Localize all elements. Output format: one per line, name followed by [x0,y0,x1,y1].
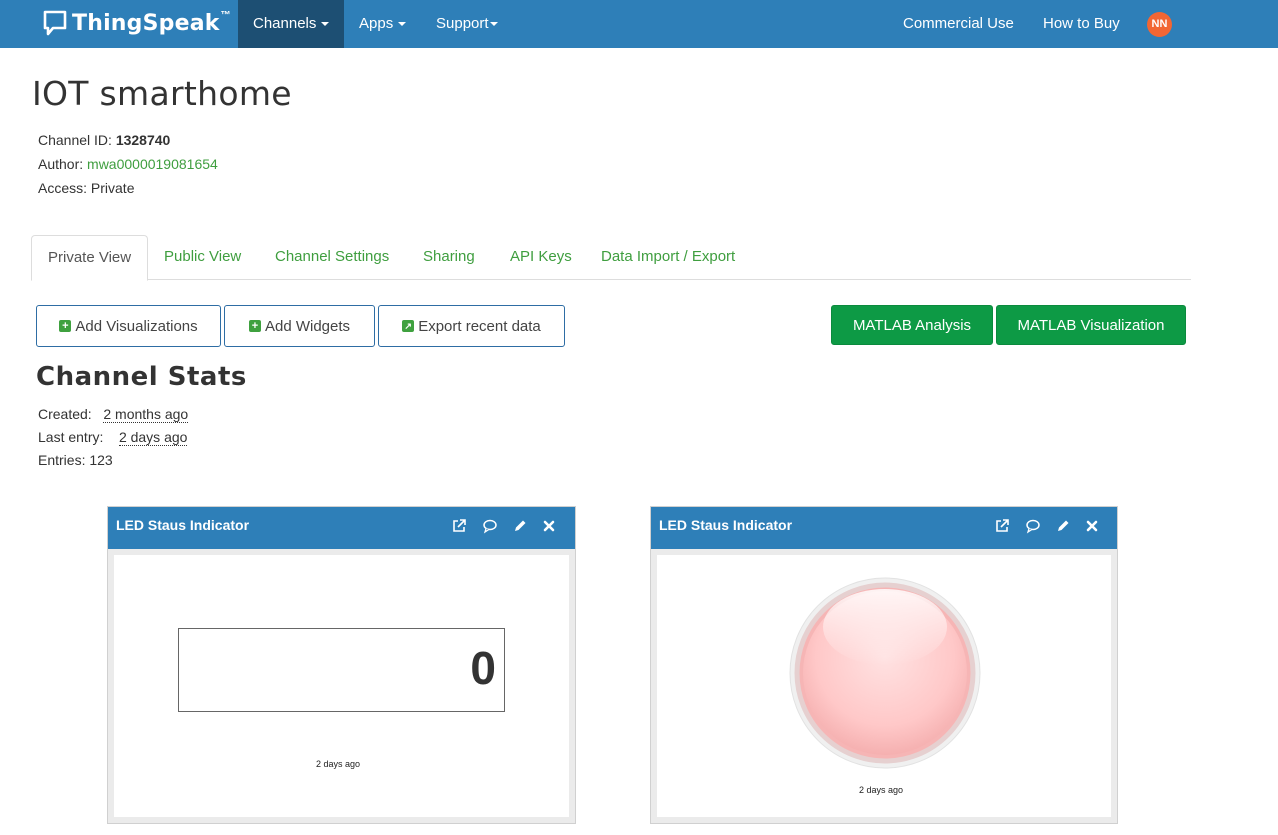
nav-channels[interactable]: Channels [238,0,344,48]
widget-title: LED Staus Indicator [116,517,250,533]
brand-name: ThingSpeak [72,10,220,36]
nav-how-to-buy[interactable]: How to Buy [1043,0,1120,48]
tab-public-view[interactable]: Public View [164,235,241,280]
tab-api-keys[interactable]: API Keys [510,235,572,280]
speech-bubble-icon [43,10,67,36]
stat-last-entry-label: Last entry: [38,429,104,445]
lamp-indicator [789,577,981,769]
numeric-display-box: 0 [178,628,505,712]
tab-channel-settings[interactable]: Channel Settings [275,235,389,280]
channel-access-row: Access: Private [38,180,134,196]
author-link[interactable]: mwa0000019081654 [87,156,218,172]
nav-support[interactable]: Support [436,0,498,48]
tab-data-import-export[interactable]: Data Import / Export [601,235,735,280]
external-link-icon[interactable] [994,518,1010,534]
widget-body: 2 days ago [657,555,1111,817]
comment-icon[interactable] [1025,518,1041,534]
external-link-icon[interactable] [451,518,467,534]
add-widgets-button[interactable]: + Add Widgets [224,305,375,347]
stat-created: Created: 2 months ago [38,406,189,423]
channel-author-row: Author: mwa0000019081654 [38,156,218,172]
pencil-icon[interactable] [512,518,528,534]
stat-entries-label: Entries: [38,452,86,468]
tab-sharing[interactable]: Sharing [423,235,475,280]
external-arrow-icon: ↗ [402,320,415,332]
widget-lamp-indicator: LED Staus Indicator 2 days ago [650,506,1118,824]
widget-timestamp: 2 days ago [859,785,904,795]
channel-tabs: Private View Public View Channel Setting… [31,235,1191,281]
channel-stats-title: Channel Stats [36,362,247,392]
add-widgets-label: Add Widgets [264,317,351,335]
channel-access-label: Access: [38,180,88,196]
nav-apps[interactable]: Apps [359,0,407,48]
stat-entries-value: 123 [89,452,113,468]
widget-header: LED Staus Indicator [651,507,1117,549]
user-avatar[interactable]: NN [1147,12,1172,37]
nav-support-label: Support [436,15,489,32]
stat-last-entry-value: 2 days ago [118,429,188,446]
numeric-value: 0 [470,642,496,694]
nav-channels-label: Channels [253,15,317,32]
comment-icon[interactable] [482,518,498,534]
nav-commercial-use[interactable]: Commercial Use [903,0,1014,48]
chevron-down-icon [398,22,407,27]
close-icon[interactable] [541,518,557,534]
tab-private-view[interactable]: Private View [31,235,149,281]
matlab-analysis-button[interactable]: MATLAB Analysis [831,305,993,345]
stat-entries: Entries: 123 [38,452,113,468]
stat-created-value: 2 months ago [103,406,189,423]
matlab-visualization-button[interactable]: MATLAB Visualization [996,305,1186,345]
chevron-down-icon [321,22,330,27]
pencil-icon[interactable] [1055,518,1071,534]
nav-apps-label: Apps [359,15,394,32]
top-navbar: ThingSpeak ™ Channels Apps Support Comme… [0,0,1278,48]
widget-numeric-display: LED Staus Indicator 0 2 days ago [107,506,576,824]
channel-id-value: 1328740 [115,132,171,148]
channel-id-row: Channel ID: 1328740 [38,132,170,148]
close-icon[interactable] [1084,518,1100,534]
channel-author-label: Author: [38,156,84,172]
widget-title: LED Staus Indicator [659,517,793,533]
widget-header: LED Staus Indicator [108,507,575,549]
stat-created-label: Created: [38,406,92,422]
chevron-down-icon [489,22,498,27]
add-visualizations-button[interactable]: + Add Visualizations [36,305,221,347]
page-title: IOT smarthome [32,74,292,113]
add-visualizations-label: Add Visualizations [75,317,198,335]
export-recent-data-button[interactable]: ↗ Export recent data [378,305,565,347]
brand-trademark: ™ [220,9,231,21]
stat-last-entry: Last entry: 2 days ago [38,429,188,446]
widget-body: 0 2 days ago [114,555,569,817]
plus-square-icon: + [59,320,72,332]
channel-access-value: Private [90,180,135,196]
channel-id-label: Channel ID: [38,132,112,148]
widget-timestamp: 2 days ago [316,759,361,769]
brand-logo[interactable]: ThingSpeak ™ [43,8,231,38]
plus-square-icon: + [248,320,261,332]
export-recent-data-label: Export recent data [418,317,541,335]
